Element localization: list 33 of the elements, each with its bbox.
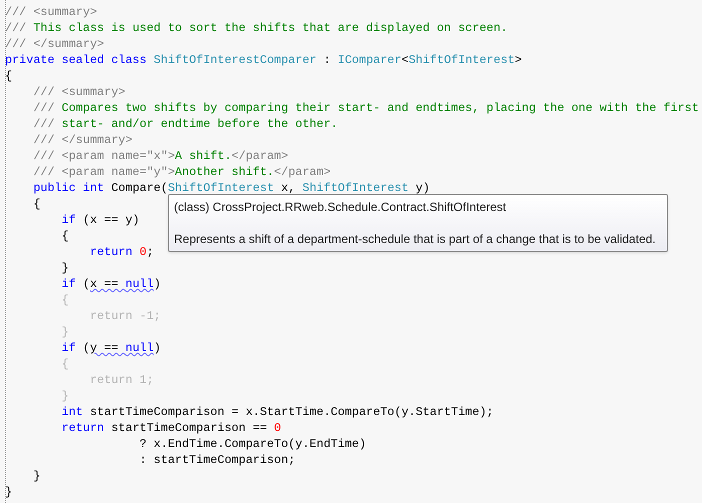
code-line: /// <param name="y">Another shift.</param> [32,164,331,180]
code-line: { [5,68,12,84]
code-line: public int Compare(ShiftOfInterest x, ShiftOfInterest y) [32,180,430,196]
type-description: Represents a shift of a department-schedule that is part of a change that is to be validated. [174,231,657,247]
code-line: if (y == null) [60,340,161,356]
code-line: /// Compares two shifts by comparing their start- and endtimes, placing the one with the first [32,100,699,116]
code-line: if (x == y) [60,212,140,228]
code-line: /// </summary> [32,132,132,148]
code-line: /// <summary> [5,4,98,20]
code-line: } [5,484,12,500]
code-line: ? x.EndTime.CompareTo(y.EndTime) [138,436,366,452]
code-line: { [60,292,69,308]
code-line: : startTimeComparison; [138,452,296,468]
code-line: return 1; [88,372,154,388]
code-line: } [60,324,69,340]
code-line: private sealed class ShiftOfInterestComparer : IComparer<ShiftOfInterest> [5,52,522,68]
code-line: /// This class is used to sort the shifts that are displayed on screen. [5,20,508,36]
code-line: /// <summary> [32,84,126,100]
type-signature: (class) CrossProject.RRweb.Schedule.Contract.ShiftOfInterest [174,199,508,215]
code-line: return 0; [88,244,154,260]
code-line: { [60,228,69,244]
code-line: /// <param name="x">A shift.</param> [32,148,288,164]
code-line: return startTimeComparison == 0 [60,420,282,436]
code-line: { [32,196,40,212]
code-line: } [60,388,69,404]
code-line: } [32,468,40,484]
code-line: { [60,356,69,372]
code-line: /// </summary> [5,36,104,52]
code-line: if (x == null) [60,276,161,292]
code-line: } [60,260,69,276]
code-line: int startTimeComparison = x.StartTime.CompareTo(y.StartTime); [60,404,494,420]
code-line: return -1; [88,308,161,324]
code-line: /// start- and/or endtime before the other. [32,116,338,132]
